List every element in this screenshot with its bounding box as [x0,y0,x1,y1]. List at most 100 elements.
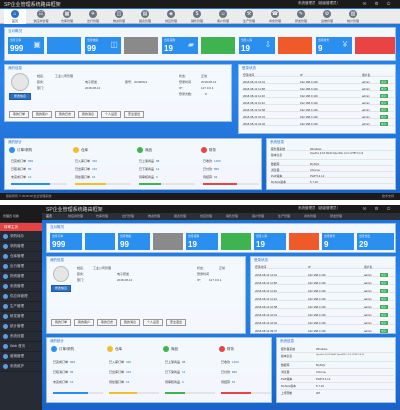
edit-profile-button[interactable]: 修改信息 [9,93,31,100]
table-row[interactable]: 2018-08-12 12:01 192.168.0.116 admin 成功 [254,273,394,277]
sidebar-item[interactable]: 供应商管理 [0,292,42,302]
nav-item[interactable]: ▤ 报表管理 [134,9,156,24]
sub-nav-item[interactable]: 商务管理 [304,214,316,218]
logout-button[interactable]: 安全退出 [166,319,186,326]
sub-nav-item[interactable]: 研发管理 [330,214,342,218]
sidebar-item[interactable]: 出行管理 [0,262,42,272]
profile-action-button[interactable]: 我的订单 [9,111,29,118]
table-row[interactable]: 2018-08-12 11:22 192.168.0.116 admin 成功 [254,297,394,301]
nav-item[interactable]: ☎ 商务管理 [264,9,286,24]
sidebar-item[interactable]: 研发管理 [0,312,42,322]
table-row[interactable]: 2018-08-12 11:58 192.168.0.116 admin 成功 [254,281,394,285]
summary-category[interactable]: 订单/采购 [9,147,69,157]
sidebar-item[interactable]: 采购待办 [0,232,42,242]
nav-item[interactable]: ◈ 供应管理 [160,9,182,24]
profile-action-button[interactable]: 我的消息 [78,111,98,118]
sub-nav-item[interactable]: 物资管理 [148,214,160,218]
sub-nav-item[interactable]: 销售管理 [226,214,238,218]
message-icon[interactable]: ✉ [362,206,367,211]
stat-card[interactable]: 当月财务 9 ¥ [316,37,352,54]
nav-item[interactable]: ☺ 客户管理 [212,9,234,24]
stat-card[interactable]: 当月采购 19 ▰ [162,37,198,54]
stat-card[interactable]: 当月入库 19 [254,233,286,250]
profile-action-button[interactable]: 我的日志 [55,111,75,118]
sub-nav-item[interactable]: 供应管理 [200,214,212,218]
stat-card[interactable]: 当月财务 9 [322,233,354,250]
table-row[interactable]: 2018-08-12 10:31 192.168.0.116 admin 成功 [254,313,394,317]
stat-card[interactable]: 当月物资 99 [118,233,150,250]
logout-icon[interactable]: ⏻ [386,206,391,211]
stat-card[interactable]: 当月入库 19 ⇩ [239,37,275,54]
stat-card[interactable]: 当月采购 19 [186,233,218,250]
user-info[interactable]: 系统管理员（超级管理员） [298,1,340,6]
summary-category[interactable]: 财务 [219,346,273,356]
table-row[interactable]: 2018-08-12 10:58 192.168.0.116 admin 成功 [254,305,394,309]
nav-item-home[interactable]: ⌂ 首页 [4,9,26,24]
sidebar-item[interactable]: 系统维护 [0,362,42,372]
color-block [201,37,235,54]
sidebar-item[interactable]: 统计管理 [0,322,42,332]
sidebar-item[interactable]: Web 首页 [0,342,42,352]
nav-item[interactable]: ⚒ 生产管理 [238,9,260,24]
profile-action-button[interactable]: 我的订单 [51,319,71,326]
sub-nav-item[interactable]: 供应商管理 [68,214,83,218]
table-row[interactable]: 2018-08-12 11:58 192.168.0.116 admin 成功 [242,87,394,91]
sidebar-user[interactable]: 管理员 切换 [0,213,42,222]
sidebar-item[interactable]: 物资管理 [0,272,42,282]
profile-action-button[interactable]: 我的客户 [32,111,52,118]
sub-nav-item[interactable]: 客户管理 [252,214,264,218]
nav-item[interactable]: ✈ 出行管理 [82,9,104,24]
table-row[interactable]: 2018-08-12 11:22 192.168.0.116 admin 成功 [242,101,394,105]
sub-nav-item[interactable]: 首页 [46,214,52,218]
profile-action-button[interactable]: 个人设置 [143,319,163,326]
profile-action-button[interactable]: 个人设置 [101,111,121,118]
sub-nav-item[interactable]: 生产管理 [278,214,290,218]
table-row[interactable]: 2018-08-12 10:02 192.168.0.116 admin 成功 [242,122,394,126]
nav-item[interactable]: ☷ 供应商管理 [30,9,52,24]
nav-item[interactable]: ✎ 研发管理 [290,9,312,24]
summary-category[interactable]: 商品 [137,147,197,157]
nav-item[interactable]: ◫ 物资管理 [108,9,130,24]
stat-card[interactable]: 当月订单 999 [50,233,82,250]
sidebar-item[interactable]: 系统设置 [0,332,42,342]
table-row[interactable]: 2018-08-12 12:01 192.168.0.116 admin 成功 [242,80,394,84]
sidebar-title[interactable]: 待审主页 [0,223,42,231]
table-row[interactable]: 2018-08-12 10:02 192.168.0.116 admin 成功 [254,321,394,325]
table-row[interactable]: 2018-08-12 11:40 192.168.0.116 admin 成功 [242,94,394,98]
summary-category[interactable]: 订单/采购 [51,346,105,356]
sidebar-item[interactable]: 生产管理 [0,302,42,312]
sidebar-item[interactable]: 营销管理 [0,352,42,362]
sidebar-item[interactable]: 采购管理 [0,242,42,252]
nav-item[interactable]: ⚙ 运维管理 [316,9,338,24]
sub-nav-item[interactable]: 出行管理 [122,214,134,218]
edit-profile-button[interactable]: 修改信息 [51,285,71,292]
sidebar-item[interactable]: 仓库管理 [0,252,42,262]
nav-item[interactable]: ▥ 统计管理 [342,9,364,24]
profile-action-button[interactable]: 我的消息 [120,319,140,326]
stat-card[interactable]: 当月订单 999 ▣ [8,37,44,54]
table-row[interactable]: 2018-08-12 09:47 192.168.0.116 admin 成功 [254,329,394,333]
summary-category[interactable]: 仓库 [73,147,133,157]
message-icon[interactable]: ✉ [362,1,367,6]
summary-category[interactable]: 财务 [201,147,261,157]
table-row[interactable]: 2018-08-12 10:58 192.168.0.116 admin 成功 [242,108,394,112]
settings-icon[interactable]: ⚙ [374,1,379,6]
settings-icon[interactable]: ⚙ [374,206,379,211]
nav-item[interactable]: $ 销售管理 [186,9,208,24]
table-row[interactable]: 2018-08-12 11:40 192.168.0.116 admin 成功 [254,289,394,293]
table-row[interactable]: 2018-08-12 10:31 192.168.0.116 admin 成功 [242,115,394,119]
cart-icon [3,234,8,239]
stat-card[interactable]: 当月支出 29 [357,233,394,250]
profile-action-button[interactable]: 我的客户 [74,319,94,326]
summary-category[interactable]: 仓库 [107,346,161,356]
user-info[interactable]: 系统管理员（超级管理员） [298,206,340,211]
sub-nav-item[interactable]: 仓库管理 [96,214,108,218]
sidebar-item[interactable]: 系统管理 [0,282,42,292]
logout-icon[interactable]: ⏻ [386,1,391,6]
sub-nav-item[interactable]: 报表管理 [174,214,186,218]
logout-button[interactable]: 安全退出 [124,111,144,118]
stat-card[interactable]: 当月物资 99 ◫ [85,37,121,54]
nav-item[interactable]: ▦ 仓库管理 [56,9,78,24]
summary-category[interactable]: 商品 [163,346,217,356]
profile-action-button[interactable]: 我的日志 [97,319,117,326]
